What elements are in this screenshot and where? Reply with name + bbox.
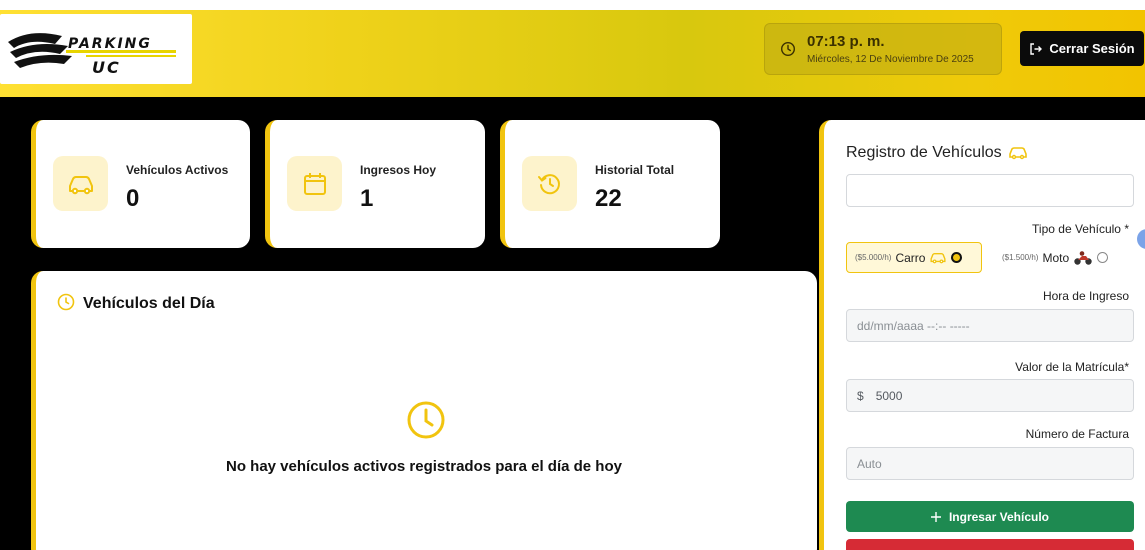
entry-time-input[interactable]: dd/mm/aaaa --:-- -----	[846, 309, 1134, 342]
logout-icon	[1030, 42, 1043, 55]
fee-value: 5000	[875, 388, 903, 403]
logout-button[interactable]: Cerrar Sesión	[1020, 31, 1144, 66]
moto-price: ($1.500/h)	[1002, 253, 1039, 262]
secondary-danger-button[interactable]	[846, 539, 1134, 550]
plate-input[interactable]	[846, 174, 1134, 207]
entry-time-label: Hora de Ingreso	[1042, 289, 1129, 303]
empty-clock-icon	[407, 401, 445, 439]
vehicle-registration-panel: Registro de Vehículos Tipo de Vehículo *…	[819, 120, 1145, 550]
stat-label: Ingresos Hoy	[360, 163, 437, 177]
car-price: ($5.000/h)	[855, 253, 892, 262]
calendar-icon	[303, 172, 326, 195]
fee-label: Valor de la Matrícula*	[1015, 360, 1129, 374]
stat-card-entries-today: Ingresos Hoy 1	[265, 120, 485, 248]
empty-state-message: No hay vehículos activos registrados par…	[226, 458, 622, 475]
car-icon	[930, 252, 947, 263]
logo-text-parking: PARKING	[68, 36, 152, 52]
stat-value: 1	[360, 185, 374, 212]
stat-label: Historial Total	[595, 163, 675, 177]
clock-icon	[780, 41, 796, 57]
stat-value: 0	[126, 185, 140, 212]
history-icon	[537, 173, 560, 194]
stat-icon-box	[287, 156, 342, 211]
moto-radio[interactable]	[1097, 252, 1109, 263]
stat-label: Vehículos Activos	[126, 163, 229, 177]
header-top-strip	[0, 0, 1145, 10]
motorcycle-icon	[1074, 250, 1092, 265]
stat-card-active-vehicles: Vehículos Activos 0	[31, 120, 250, 248]
invoice-label: Número de Factura	[1025, 427, 1129, 441]
stat-icon-box	[522, 156, 577, 211]
registration-title-text: Registro de Vehículos	[846, 144, 1002, 161]
clock-icon	[57, 293, 75, 311]
car-radio[interactable]	[951, 252, 963, 263]
car-icon	[1008, 147, 1027, 160]
current-date: Miércoles, 12 De Noviembre De 2025	[807, 54, 974, 65]
stat-icon-box	[53, 156, 108, 211]
moto-label: Moto	[1042, 250, 1070, 265]
registration-title: Registro de Vehículos	[846, 144, 1028, 162]
stat-card-total-history: Historial Total 22	[500, 120, 720, 248]
logout-label: Cerrar Sesión	[1049, 41, 1135, 56]
submit-vehicle-label: Ingresar Vehículo	[948, 509, 1050, 524]
vehicle-type-car-option[interactable]: ($5.000/h) Carro	[846, 242, 982, 273]
vehicle-type-moto-option[interactable]: ($1.500/h) Moto	[994, 242, 1144, 273]
car-label: Carro	[895, 250, 926, 265]
currency-symbol: $	[857, 388, 864, 403]
logo[interactable]: PARKING UC	[0, 14, 192, 84]
fee-input[interactable]: $ 5000	[846, 379, 1134, 412]
invoice-input[interactable]: Auto	[846, 447, 1134, 480]
stat-value: 22	[595, 185, 622, 212]
vehicles-of-day-panel: Vehículos del Día No hay vehículos activ…	[31, 271, 817, 550]
vehicle-type-label: Tipo de Vehículo *	[1032, 222, 1129, 236]
clock-display: 07:13 p. m. Miércoles, 12 De Noviembre D…	[764, 23, 1002, 75]
logo-text-uc: UC	[92, 58, 121, 77]
submit-vehicle-button[interactable]: Ingresar Vehículo	[846, 501, 1134, 532]
panel-title: Vehículos del Día	[83, 295, 215, 312]
car-icon	[68, 175, 93, 194]
top-header: PARKING UC 07:13 p. m. Miércoles, 12 De …	[0, 0, 1145, 97]
plus-icon	[930, 511, 941, 522]
current-time: 07:13 p. m.	[807, 33, 885, 50]
